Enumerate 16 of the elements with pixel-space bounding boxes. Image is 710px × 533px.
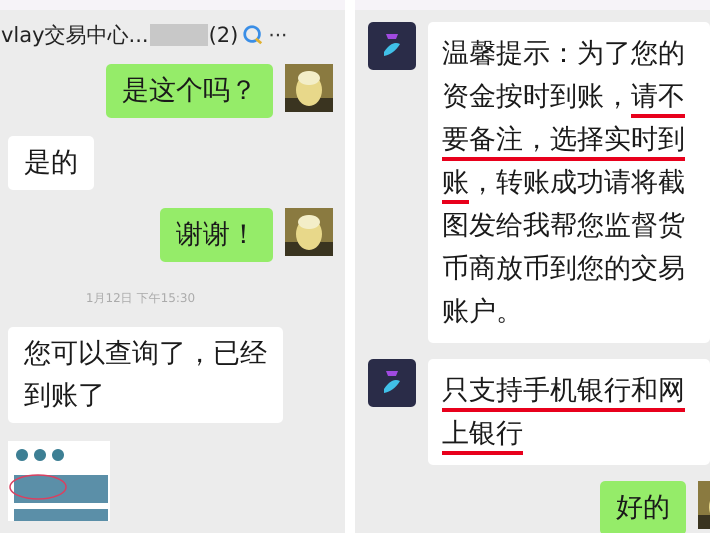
screenshot-thumbnail-drawing[interactable] (8, 441, 110, 521)
redacted-block (150, 24, 208, 46)
ring-icon[interactable] (242, 24, 264, 46)
chat-title: vlay交易中心... (1, 22, 149, 49)
more-button[interactable]: ··· (268, 23, 288, 47)
message-bubble: 谢谢！ (160, 208, 273, 262)
message-bubble: 您可以查询了，已经到账了 (8, 327, 283, 423)
timestamp: 1月12日 下午15:30 (86, 290, 196, 307)
message-bubble: 是的 (8, 136, 94, 190)
message-bubble: 是这个吗？ (106, 64, 273, 118)
member-count: (2) (208, 23, 238, 47)
logo-avatar-icon[interactable] (368, 359, 416, 407)
message-bubble: 好的 (600, 481, 686, 533)
logo-avatar-icon[interactable] (368, 22, 416, 70)
message-bubble: 温馨提示：为了您的资金按时到账，请不要备注，选择实时到账，转账成功请将截图发给我帮您监督货币商放币到您的交易账户。 (428, 22, 710, 343)
message-bubble: 只支持手机银行和网上银行 (428, 359, 710, 465)
